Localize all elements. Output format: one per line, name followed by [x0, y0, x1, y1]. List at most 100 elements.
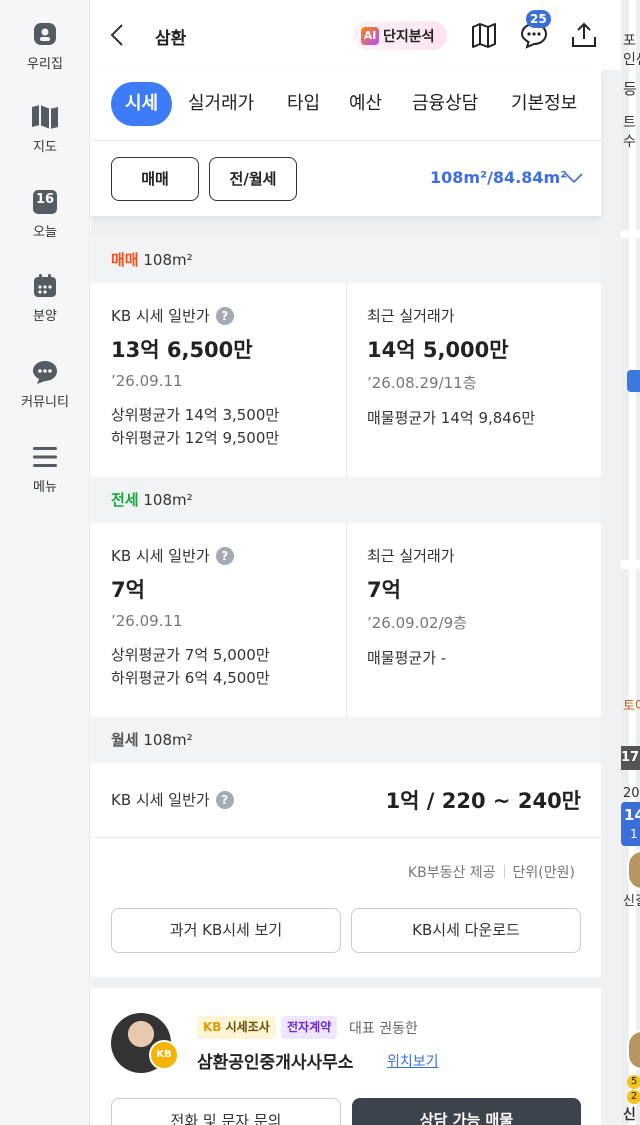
map-label: 1: [630, 827, 638, 841]
sale-section-header: 매매 108m²: [91, 237, 601, 283]
map-price-marker[interactable]: 14 1: [621, 802, 640, 846]
listing-avg-label: 매물평균가: [367, 649, 437, 667]
sidebar-item-label: 커뮤니티: [21, 395, 69, 410]
kb-price-label: KB 시세 일반가: [111, 547, 210, 565]
map-label: 14: [624, 806, 640, 824]
sale-kb-price: 13억 6,500만: [111, 338, 253, 362]
tab-type[interactable]: 타입: [287, 82, 320, 126]
sidebar-item-label: 오늘: [33, 225, 57, 240]
sidebar-item-today[interactable]: 16 오늘: [0, 188, 90, 240]
map-label: 트: [623, 115, 636, 131]
map-label: 신: [623, 1107, 636, 1123]
monthly-area: 108m²: [143, 731, 193, 749]
tab-card: 시세 실거래가 타입 예산 금융상담 기본정보 매매 전/월세 108m²/84…: [91, 70, 601, 216]
home-icon: [34, 23, 56, 45]
sidebar-item-presale[interactable]: 분양: [0, 272, 90, 324]
contact-button[interactable]: 전화 및 문자 문의: [111, 1098, 341, 1125]
sale-recent-cell: 최근 실거래가 14억 5,000만 ’26.08.29/11층 매물평균가 1…: [367, 305, 621, 430]
jeonse-recent-date: ’26.09.02/9층: [367, 614, 467, 632]
unit-note: 단위(만원): [512, 865, 575, 881]
kb-price-label: KB 시세 일반가: [111, 307, 210, 325]
rent-button[interactable]: 전/월세: [209, 157, 297, 201]
sidebar-item-community[interactable]: 커뮤니티: [0, 358, 90, 410]
agent-office-name: 삼환공인중개사사무소: [197, 1053, 354, 1073]
calendar-today-icon: 16: [31, 188, 59, 216]
ai-analysis-label: 단지분석: [383, 28, 435, 45]
map-label: 2: [627, 1090, 640, 1104]
jeonse-upper-avg: 7억 5,000만: [184, 646, 270, 664]
map-price-tag[interactable]: 175: [621, 746, 640, 770]
tab-transactions[interactable]: 실거래가: [188, 82, 254, 126]
kb-tag-text: 시세조사: [221, 1020, 270, 1034]
lower-avg-label: 하위평균가: [111, 669, 181, 687]
sale-area: 108m²: [143, 251, 193, 269]
kb-medal-icon: KB: [149, 1040, 179, 1070]
sale-kb-date: ’26.09.11: [111, 372, 183, 390]
tab-bar: 시세 실거래가 타입 예산 금융상담 기본정보: [91, 82, 601, 126]
history-kb-price-button[interactable]: 과거 KB시세 보기: [111, 908, 341, 953]
map-label: 토어: [623, 699, 640, 714]
sidebar-item-label: 메뉴: [33, 480, 57, 495]
sidebar-item-label: 지도: [33, 140, 57, 155]
sidebar-item-map[interactable]: 지도: [0, 103, 90, 155]
sale-button[interactable]: 매매: [111, 157, 199, 201]
jeonse-area: 108m²: [143, 491, 193, 509]
area-selector[interactable]: 108m²/84.84m²: [430, 168, 567, 187]
map-road: [621, 560, 640, 569]
tab-finance[interactable]: 금융상담: [412, 82, 478, 126]
jeonse-recent-cell: 최근 실거래가 7억 ’26.09.02/9층 매물평균가 -: [367, 545, 621, 670]
monthly-kb-label-row: KB 시세 일반가?: [111, 789, 234, 810]
lower-avg-label: 하위평균가: [111, 429, 181, 447]
kb-survey-tag: KB 시세조사: [197, 1016, 276, 1039]
divider: [91, 140, 601, 141]
sidebar-item-label: 분양: [33, 309, 57, 324]
jeonse-listing-avg: -: [440, 649, 447, 667]
help-icon[interactable]: ?: [215, 546, 234, 565]
divider: [91, 837, 601, 838]
map-marker[interactable]: [627, 370, 640, 392]
sidebar-item-menu[interactable]: 메뉴: [0, 443, 90, 495]
jeonse-recent-price: 7억: [367, 578, 401, 602]
map-view-icon[interactable]: [469, 20, 499, 50]
map-label: 수: [623, 134, 636, 150]
map-label: 5: [627, 1075, 640, 1089]
source-note: KB부동산 제공 단위(만원): [408, 862, 575, 882]
map-label: 인센: [623, 52, 640, 68]
agent-representative: 대표 권동한: [349, 1021, 418, 1037]
download-kb-price-button[interactable]: KB시세 다운로드: [351, 908, 581, 953]
recent-price-label: 최근 실거래가: [367, 307, 455, 325]
complex-detail-panel: 삼환 AI 단지분석 25 시세 실거래가 타입 예산 금융상담 기본정보 매매…: [91, 0, 621, 1125]
help-icon[interactable]: ?: [215, 306, 234, 325]
tab-basic-info[interactable]: 기본정보: [511, 82, 577, 126]
jeonse-section-header: 전세 108m²: [91, 477, 601, 523]
sidebar-item-home[interactable]: 우리집: [0, 20, 90, 72]
sale-label: 매매: [111, 251, 139, 269]
sale-recent-price: 14억 5,000만: [367, 338, 509, 362]
back-icon[interactable]: [105, 22, 131, 48]
help-icon[interactable]: ?: [215, 790, 234, 809]
map-strip[interactable]: 포 인센 등 트 수 토어 175 20 14 1 신길 5 2 신: [621, 0, 640, 1125]
kb-price-label: KB 시세 일반가: [111, 791, 210, 809]
recent-price-label: 최근 실거래가: [367, 547, 455, 565]
tab-budget[interactable]: 예산: [349, 82, 382, 126]
sidebar-item-label: 우리집: [27, 57, 63, 72]
page-title: 삼환: [155, 29, 187, 49]
kb-tag-prefix: KB: [203, 1020, 222, 1034]
monthly-label: 월세: [111, 731, 139, 749]
sale-lower-avg: 12억 9,500만: [184, 429, 280, 447]
share-icon[interactable]: [569, 20, 599, 50]
monthly-section-header: 월세 108m²: [91, 717, 601, 763]
listings-button[interactable]: 상담 가능 매물: [352, 1098, 581, 1125]
chat-count-badge: 25: [526, 10, 551, 28]
chevron-down-icon[interactable]: [565, 172, 583, 184]
chat-icon: [33, 361, 57, 384]
location-link[interactable]: 위치보기: [387, 1051, 439, 1071]
ai-analysis-button[interactable]: AI 단지분석: [353, 21, 447, 50]
jeonse-label: 전세: [111, 491, 139, 509]
map-icon: [32, 105, 58, 129]
map-label: 20: [623, 786, 640, 801]
source-provider: KB부동산 제공: [407, 865, 496, 881]
map-label: 등: [623, 80, 637, 98]
upper-avg-label: 상위평균가: [111, 406, 181, 424]
tab-price[interactable]: 시세: [111, 82, 173, 126]
